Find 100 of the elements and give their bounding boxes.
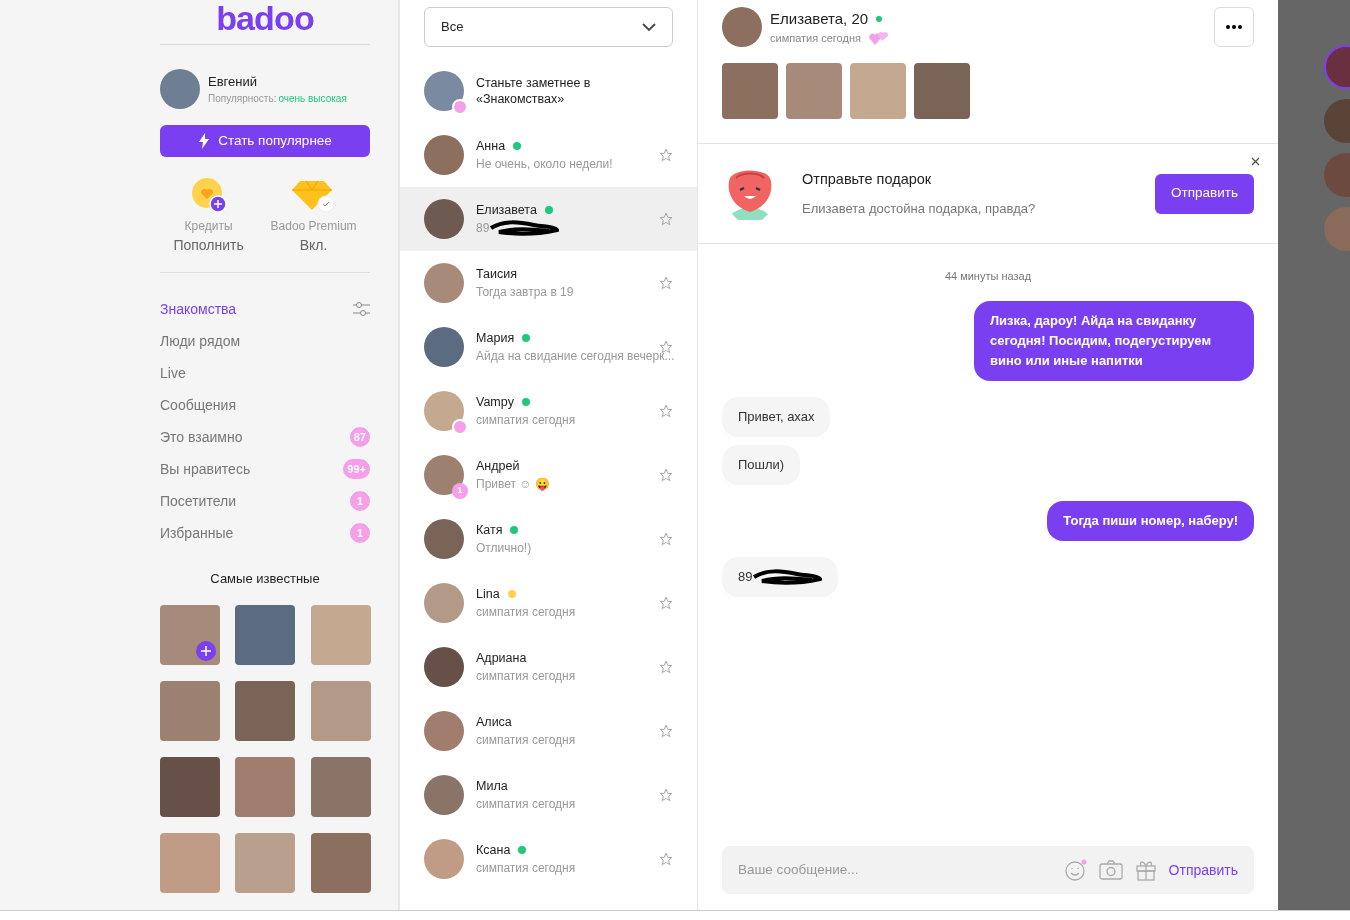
count-badge: 1 — [350, 491, 370, 511]
photo-placeholder[interactable] — [310, 832, 371, 893]
nav-item[interactable]: Сообщения — [160, 394, 236, 416]
photo-placeholder[interactable] — [160, 604, 220, 665]
message-preview: Айда на свидание сегодня вечерк... — [476, 348, 675, 366]
message-time: 44 минуты назад — [943, 269, 1033, 284]
message-preview: Привет ☺ 😛 — [476, 476, 550, 494]
photo-placeholder[interactable] — [310, 680, 371, 741]
photo-placeholder[interactable] — [310, 756, 371, 817]
message-preview: симпатия сегодня — [476, 796, 576, 814]
camera-icon[interactable] — [1098, 860, 1123, 880]
avatar — [424, 711, 464, 751]
avatar — [424, 583, 464, 623]
message-preview: симпатия сегодня — [476, 668, 576, 686]
nav-item[interactable]: Избранные — [160, 522, 234, 544]
avatar — [424, 519, 464, 559]
photo-placeholder[interactable] — [310, 604, 371, 665]
avatar — [424, 455, 464, 495]
user-name: Евгений — [208, 72, 258, 91]
message-bubble: 89 — [722, 556, 839, 597]
nav-item[interactable]: Знакомства — [160, 298, 237, 320]
send-button[interactable]: Отправить — [1168, 859, 1238, 881]
promo-text[interactable]: Станьте заметнее в «Знакомствах» — [476, 75, 673, 107]
more-button[interactable] — [1214, 7, 1254, 47]
message-preview: симпатия сегодня — [476, 860, 576, 878]
star-icon[interactable] — [659, 852, 673, 866]
star-icon[interactable] — [659, 660, 673, 674]
avatar — [424, 199, 464, 239]
contact-name: Катя — [476, 521, 503, 539]
contact-name: Lina — [476, 585, 500, 603]
chevron-down-icon — [642, 22, 656, 32]
contact-name: Анна — [476, 137, 506, 155]
avatar — [424, 647, 464, 687]
contact-name: Елизавета — [476, 201, 537, 219]
message-preview: Не очень, около недели! — [476, 156, 613, 174]
avatar — [424, 775, 464, 815]
star-icon[interactable] — [659, 468, 673, 482]
filter-dropdown[interactable]: Все — [424, 7, 673, 47]
unread-count: 1 — [452, 483, 468, 499]
coin-heart-icon[interactable] — [190, 177, 227, 213]
star-icon[interactable] — [659, 724, 673, 738]
conversation-item[interactable]: Елизавета 89 — [400, 187, 697, 251]
message-preview: Отлично!) — [476, 540, 532, 558]
contact-name: Vampy — [476, 393, 514, 411]
wallet-action[interactable]: Вкл. — [299, 235, 328, 256]
nav-item[interactable]: Посетители — [160, 490, 236, 512]
close-icon[interactable] — [1251, 157, 1260, 166]
wallet-label: Badoo Premium — [270, 218, 357, 235]
avatar[interactable] — [160, 69, 200, 109]
photo-placeholder[interactable] — [235, 756, 296, 817]
message-bubble: Пошли) — [722, 444, 801, 485]
nav-item[interactable]: Вы нравитесь — [160, 458, 251, 480]
star-icon[interactable] — [659, 404, 673, 418]
message-preview: симпатия сегодня — [476, 732, 576, 750]
message-input[interactable]: Ваше сообщение... — [738, 859, 1053, 881]
star-icon[interactable] — [659, 788, 673, 802]
star-icon[interactable] — [659, 148, 673, 162]
gift-icon[interactable] — [1134, 859, 1157, 881]
avatar — [424, 327, 464, 367]
wallet-action[interactable]: Пополнить — [173, 235, 244, 256]
photo-placeholder[interactable] — [235, 604, 296, 665]
nav-item[interactable]: Люди рядом — [160, 330, 241, 352]
star-icon[interactable] — [659, 532, 673, 546]
popularity-value: очень высокая — [278, 92, 347, 107]
contact-name: Алиса — [476, 713, 512, 731]
message-bubble: Лизка, дароу! Айда на свиданку сегодня! Посидим, подегустируем вино или иные напитки — [974, 300, 1254, 381]
message-bubble: Тогда пиши номер, наберу! — [1047, 500, 1254, 541]
message-preview: Тогда завтра в 19 — [476, 284, 574, 302]
contact-name: Адриана — [476, 649, 527, 667]
more-icon — [1226, 25, 1242, 29]
match-status: симпатия сегодня — [770, 31, 861, 46]
lightning-icon — [198, 133, 211, 149]
star-icon[interactable] — [659, 340, 673, 354]
section-title: Самые известные — [209, 570, 321, 588]
nav-item[interactable]: Это взаимно — [160, 426, 243, 448]
photo-placeholder[interactable] — [235, 680, 296, 741]
avatar — [424, 135, 464, 175]
avatar — [424, 263, 464, 303]
count-badge: 99+ — [343, 459, 370, 479]
contact-name: Ксана — [476, 841, 511, 859]
send-gift-button[interactable]: Отправить — [1155, 173, 1254, 214]
contact-name: Мария — [476, 329, 515, 347]
message-bubble: Привет, ахах — [722, 396, 831, 437]
smiley-icon[interactable] — [1064, 859, 1087, 881]
nav-item[interactable]: Live — [160, 362, 186, 384]
contact-name: Мила — [476, 777, 508, 795]
star-icon[interactable] — [659, 596, 673, 610]
photo-placeholder[interactable] — [235, 832, 296, 893]
avatar — [424, 839, 464, 879]
star-icon[interactable] — [659, 276, 673, 290]
sliders-icon[interactable] — [352, 300, 370, 318]
badoo-logo[interactable]: badoo — [160, 0, 370, 36]
avatar — [424, 391, 464, 431]
avatar[interactable] — [722, 7, 762, 47]
avatar — [424, 71, 464, 111]
boost-button[interactable]: Стать популярнее — [160, 125, 370, 157]
star-icon[interactable] — [659, 212, 673, 226]
gift-title: Отправьте подарок — [802, 169, 933, 189]
wallet-label: Кредиты — [184, 218, 233, 235]
gift-text: Елизавета достойна подарка, правда? — [802, 199, 1037, 218]
